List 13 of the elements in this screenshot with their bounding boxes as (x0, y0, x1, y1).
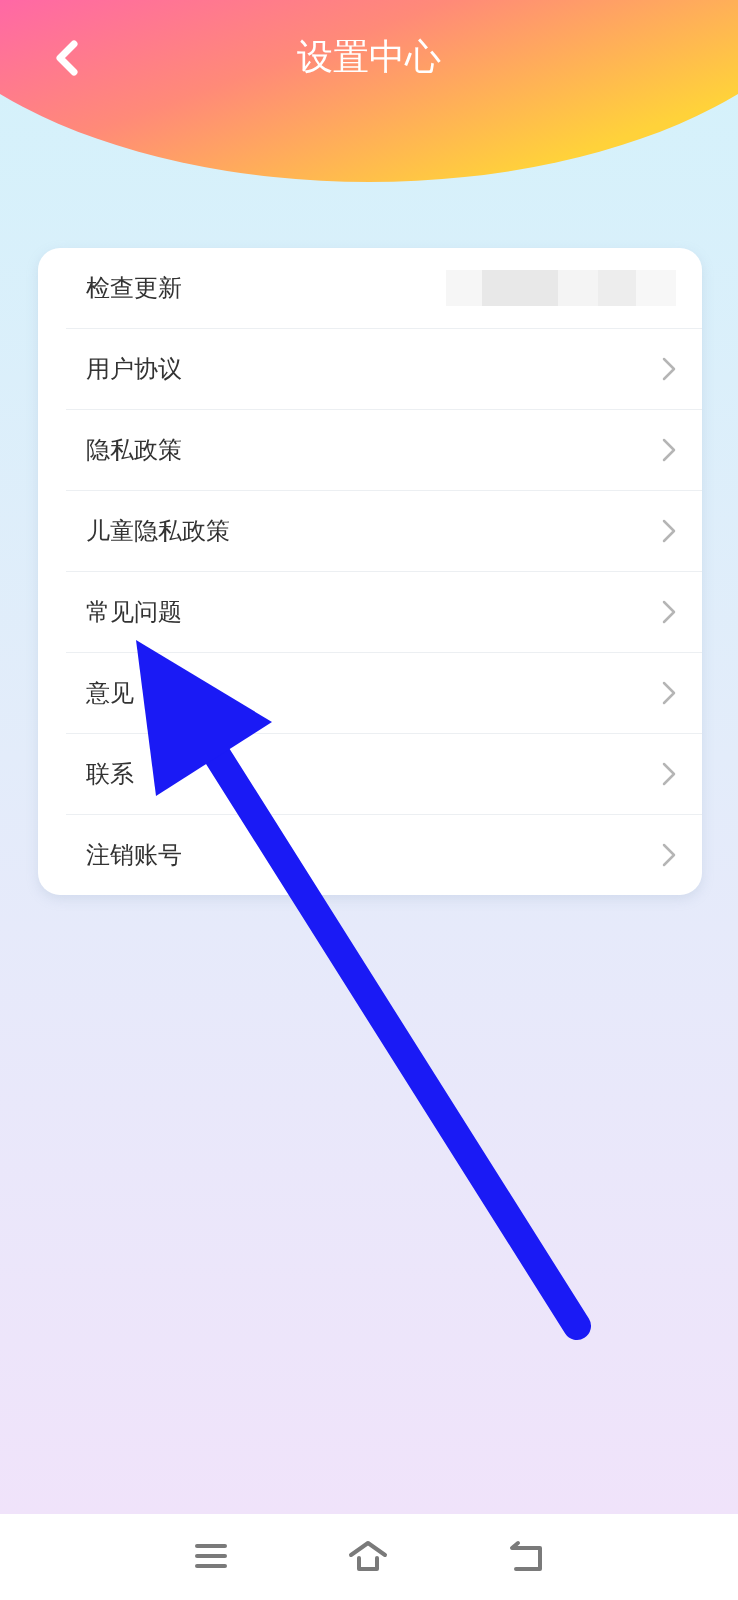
chevron-icon (662, 357, 676, 381)
chevron-icon (662, 843, 676, 867)
settings-item[interactable]: 检查更新 (66, 248, 702, 329)
page-title: 设置中心 (297, 35, 441, 79)
chevron-icon (662, 681, 676, 705)
chevron-icon (662, 438, 676, 462)
settings-item[interactable]: 儿童隐私政策 (66, 491, 702, 572)
settings-item[interactable]: 用户协议 (66, 329, 702, 410)
settings-item[interactable]: 隐私政策 (66, 410, 702, 491)
settings-item[interactable]: 注销账号 (66, 815, 702, 895)
chevron-icon (662, 600, 676, 624)
chevron-icon (662, 762, 676, 786)
chevron-icon (662, 519, 676, 543)
